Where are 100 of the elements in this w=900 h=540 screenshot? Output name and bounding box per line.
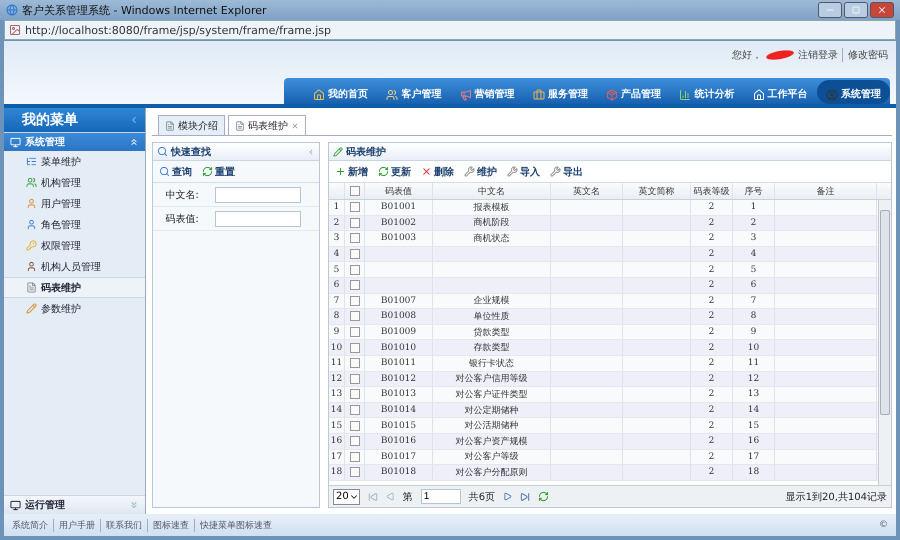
first-page-button[interactable] [368,492,378,502]
table-cell: B01001 [365,200,433,215]
page-input[interactable]: 1 [420,489,461,504]
table-cell: 2 [691,262,733,277]
row-checkbox[interactable] [350,218,360,228]
nav-tab[interactable]: 营销管理 [450,80,524,104]
row-checkbox[interactable] [350,452,360,462]
menu-item[interactable]: 菜单维护 [4,151,145,172]
menu-item[interactable]: 码表维护 [4,277,145,298]
menu-item-icon [26,240,37,251]
column-header[interactable]: 码表值 [365,183,433,199]
last-page-button[interactable] [520,492,530,502]
row-checkbox[interactable] [350,467,360,478]
column-header[interactable]: 备注 [775,183,877,199]
row-checkbox[interactable] [350,264,360,275]
column-header[interactable]: 中文名 [433,183,551,199]
column-header[interactable]: 英文简称 [623,183,691,199]
row-number: 11 [329,356,345,371]
table-cell: 2 [691,200,733,215]
table-cell: 对公客户资产规模 [433,434,551,448]
nav-tab[interactable]: 我的首页 [304,80,378,104]
row-checkbox[interactable] [350,327,360,338]
nav-tab[interactable]: 服务管理 [524,80,597,104]
footer-link[interactable]: 用户手册 [53,518,95,532]
column-header[interactable]: 英文名 [551,183,623,199]
table-cell: 4 [733,246,775,262]
select-all-checkbox[interactable] [350,186,360,196]
row-checkbox[interactable] [350,358,360,368]
tool-button[interactable]: 更新 [376,164,413,178]
menu-item[interactable]: 权限管理 [4,235,145,256]
document-icon [235,120,245,130]
table-cell: B01010 [365,340,433,355]
close-icon [877,5,887,15]
table-cell: 2 [691,340,733,355]
tool-button[interactable]: 维护 [462,164,499,178]
row-checkbox[interactable] [350,233,360,244]
tool-button[interactable]: 导入 [505,164,542,178]
previous-page-button[interactable] [386,492,395,501]
header-link[interactable]: 注销登录 [798,48,838,62]
row-checkbox[interactable] [350,420,360,431]
refresh-icon[interactable] [538,491,550,502]
nav-tab[interactable]: 工作平台 [744,80,817,104]
row-checkbox[interactable] [350,342,360,353]
nav-tab[interactable]: 系统管理 [816,80,890,104]
footer-link[interactable]: 图标速查 [147,518,189,532]
table-cell: 1 [733,200,775,215]
menu-section[interactable]: 运行管理 [4,495,145,514]
row-checkbox[interactable] [350,249,360,260]
menu-item[interactable]: 机构人员管理 [4,256,145,277]
footer-link[interactable]: 系统简介 [12,518,48,532]
minimize-button[interactable] [818,2,842,18]
footer-link[interactable]: 快捷菜单图标速查 [194,518,272,532]
close-icon[interactable] [291,122,299,130]
window-title: 客户关系管理系统 - Windows Internet Explorer [22,2,267,18]
row-checkbox[interactable] [350,436,360,446]
tool-button[interactable]: 导出 [548,164,585,178]
row-checkbox[interactable] [350,280,360,290]
nav-tab[interactable]: 客户管理 [377,80,450,104]
menu-item[interactable]: 角色管理 [4,214,145,235]
table-cell: 2 [691,356,733,371]
menu-section[interactable]: 系统管理 [4,132,145,151]
close-button[interactable] [870,2,894,18]
page-tab[interactable]: 模块介绍 [158,115,225,135]
tool-button[interactable]: 新增 [333,164,370,178]
collapse-icon[interactable] [307,148,315,156]
row-checkbox[interactable] [350,202,360,212]
row-checkbox[interactable] [350,374,360,384]
row-checkbox[interactable] [350,389,360,400]
header-link[interactable]: 修改密码 [842,48,888,62]
page-size-select[interactable]: 20 [333,488,360,504]
table-cell: B01009 [365,324,433,340]
table-cell: 2 [691,434,733,448]
column-header[interactable]: 序号 [733,183,775,199]
row-checkbox[interactable] [350,311,360,322]
menu-item[interactable]: 机构管理 [4,172,145,193]
row-checkbox[interactable] [350,296,360,306]
column-header[interactable]: 码表等级 [691,183,733,199]
cross-icon [421,166,432,177]
scrollbar[interactable] [878,200,891,485]
table-cell: 2 [691,387,733,402]
footer-link[interactable]: 联系我们 [100,518,142,532]
tool-button[interactable]: 重置 [200,164,237,178]
table-cell: 单位性质 [433,309,551,324]
input-field[interactable] [215,186,301,202]
table-cell: B01008 [365,309,433,324]
nav-icon [826,89,838,101]
row-number: 2 [329,216,345,230]
row-checkbox[interactable] [350,405,360,416]
maximize-button[interactable] [844,2,868,18]
nav-tab[interactable]: 统计分析 [670,80,744,104]
menu-item[interactable]: 用户管理 [4,193,145,214]
table-cell: 2 [691,278,733,293]
page-tab[interactable]: 码表维护 [228,115,306,135]
tool-button[interactable]: 查询 [157,164,194,178]
next-page-button[interactable] [503,492,512,501]
input-field[interactable] [215,210,301,226]
tool-button[interactable]: 删除 [419,164,456,178]
nav-tab[interactable]: 产品管理 [597,80,670,104]
table-cell: 商机阶段 [433,216,551,230]
menu-item[interactable]: 参数维护 [4,298,145,319]
